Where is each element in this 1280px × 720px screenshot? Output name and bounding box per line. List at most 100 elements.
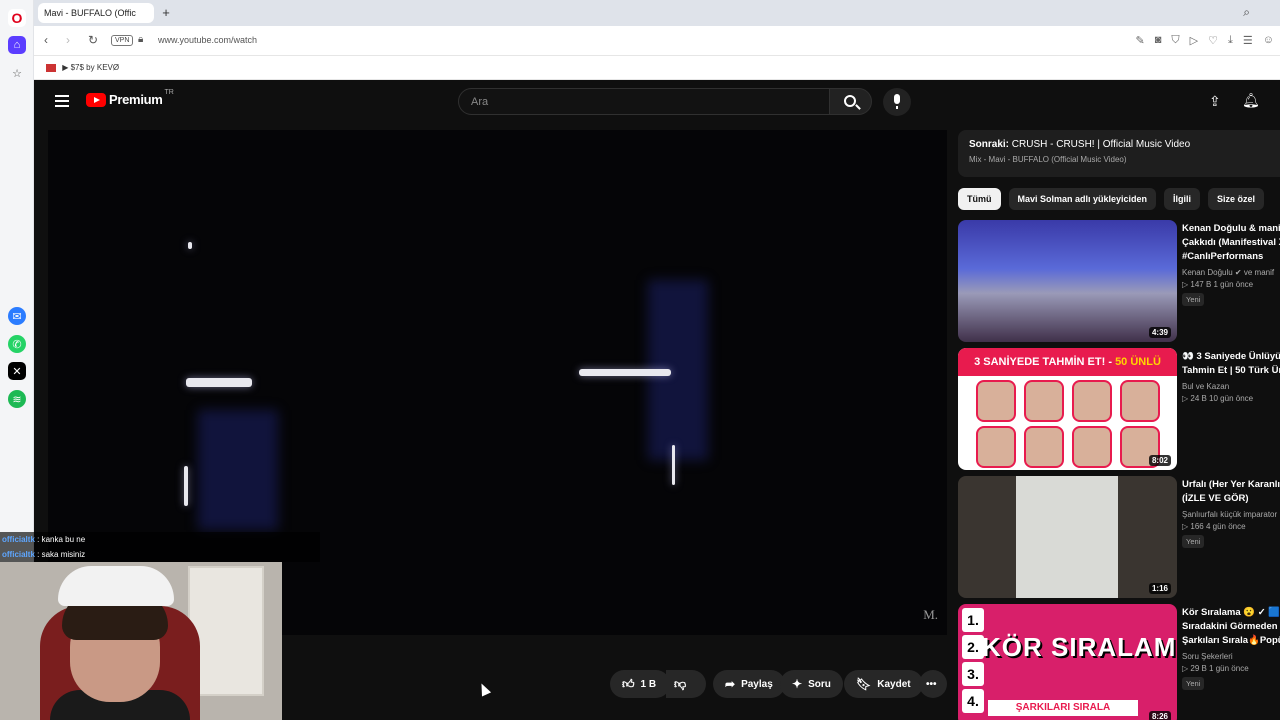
channel-name[interactable]: Kenan Doğulu ✔ ve manif (1182, 268, 1280, 277)
bookmark-item[interactable]: ▶ $7$ by KEVØ (62, 63, 119, 72)
menu-icon[interactable] (55, 95, 69, 107)
browser-tools: ✎ ◙ ⛉ ▷ ♡ ⤓ ☰ ☺ (1136, 34, 1274, 47)
logo-text: Premium (109, 92, 163, 107)
save-label: Kaydet (877, 678, 911, 690)
video-duration: 1:16 (1148, 583, 1171, 594)
notifications-bell-icon[interactable]: 🔔︎ (1242, 92, 1260, 109)
video-thumbnail[interactable]: 3 SANİYEDE TAHMİN ET! - 50 ÜNLÜ 8:02 (958, 348, 1177, 470)
rank-number: 4. (962, 689, 984, 713)
vpn-badge[interactable]: VPN (111, 35, 134, 46)
video-watermark: M. (923, 607, 938, 622)
chip-for-you[interactable]: Size özel (1208, 188, 1265, 210)
new-tab-button[interactable]: + (158, 5, 174, 21)
back-icon[interactable]: ‹ (44, 33, 48, 47)
star-icon[interactable]: ☆ (8, 64, 26, 82)
dislike-button[interactable]: 👎︎ (666, 670, 706, 698)
share-label: Paylaş (741, 678, 773, 690)
video-title[interactable]: (İZLE VE GÖR) (1182, 492, 1280, 506)
youtube-logo[interactable]: Premium TR (86, 89, 174, 107)
light-dot (188, 242, 192, 249)
video-duration: 8:26 (1148, 711, 1171, 720)
chat-user: officialtk (2, 550, 35, 559)
forward-icon[interactable]: › (66, 33, 70, 47)
recommended-video[interactable]: 3 SANİYEDE TAHMİN ET! - 50 ÜNLÜ 8:02 👀 3… (958, 348, 1280, 470)
heart-icon[interactable]: ♡ (1208, 34, 1218, 47)
edit-icon[interactable]: ✎ (1136, 34, 1145, 47)
video-title[interactable]: #CanlıPerformans (1182, 250, 1280, 264)
home-icon[interactable]: ⌂ (8, 36, 26, 54)
celebrity-face (976, 380, 1016, 422)
x-icon[interactable]: ✕ (8, 362, 26, 380)
upload-icon[interactable]: ⇪ (1209, 93, 1223, 109)
thumbs-up-icon: 👍︎ (622, 676, 635, 691)
video-title[interactable]: Şarkıları Sırala🔥Popül (1182, 634, 1280, 648)
more-actions-button[interactable]: ••• (919, 670, 947, 698)
thumbs-down-icon: 👎︎ (674, 676, 687, 691)
bookmarks-bar: ▶ $7$ by KEVØ (34, 56, 1280, 80)
video-title[interactable]: Kenan Doğulu & manife (1182, 222, 1280, 236)
video-meta: 👀 3 Saniyede Ünlüyü Tahmin Et | 50 Türk … (1182, 350, 1280, 403)
messenger-icon[interactable]: ✉ (8, 307, 26, 325)
up-next-panel[interactable]: Sonraki: CRUSH - CRUSH! | Official Music… (958, 130, 1280, 177)
reload-icon[interactable]: ↻ (88, 33, 98, 47)
video-meta: Kenan Doğulu & manife Çakkıdı (Manifesti… (1182, 222, 1280, 307)
secondary-column: Sonraki: CRUSH - CRUSH! | Official Music… (958, 130, 1280, 720)
menu-lines-icon[interactable]: ☰ (1243, 34, 1253, 47)
video-title[interactable]: Çakkıdı (Manifestival X (1182, 236, 1280, 250)
country-code: TR (164, 89, 174, 96)
search-input[interactable] (459, 89, 829, 114)
channel-name[interactable]: Soru Şekerleri (1182, 652, 1280, 661)
url-field[interactable]: www.youtube.com/watch (158, 35, 257, 45)
like-button[interactable]: 👍︎ 1 B (610, 670, 670, 698)
whatsapp-icon[interactable]: ✆ (8, 335, 26, 353)
share-button[interactable]: ➦ Paylaş (713, 670, 785, 698)
thumbnail-text: KÖR SIRALAMA (982, 632, 1177, 662)
search-icon (844, 95, 856, 107)
tab-bar: Mavi - BUFFALO (Offic + ⌕ (34, 0, 1280, 26)
tab-title: Mavi - BUFFALO (Offic (44, 8, 136, 18)
video-title[interactable]: Tahmin Et | 50 Türk Ün (1182, 364, 1280, 378)
light-glow (198, 410, 278, 530)
camera-icon[interactable]: ◙ (1155, 34, 1162, 47)
chip-all[interactable]: Tümü (958, 188, 1001, 210)
save-button[interactable]: 🔖︎ Kaydet (844, 670, 923, 698)
video-thumbnail[interactable]: 1. 2. 3. 4. KÖR SIRALAMA ŞARKILARI SIRAL… (958, 604, 1177, 720)
rank-number: 3. (962, 662, 984, 686)
video-title[interactable]: Sıradakini Görmeden (1182, 620, 1280, 634)
light-bar (579, 369, 671, 376)
celebrity-face (1024, 426, 1064, 468)
search-button[interactable] (829, 88, 872, 115)
ask-button[interactable]: ✦ Soru (780, 670, 843, 698)
video-stats: ▷ 24 B 10 gün önce (1182, 394, 1254, 403)
share-icon: ➦ (725, 677, 736, 691)
celebrity-face (1072, 426, 1112, 468)
channel-name[interactable]: Bul ve Kazan (1182, 382, 1280, 391)
download-icon[interactable]: ⤓ (1228, 34, 1233, 47)
opera-logo-icon[interactable]: O (8, 9, 26, 27)
video-thumbnail[interactable]: 1:16 (958, 476, 1177, 598)
video-title[interactable]: Kör Sıralama 😮 ✓ 🟦 (1182, 606, 1280, 620)
celebrity-face (1120, 380, 1160, 422)
chip-from-uploader[interactable]: Mavi Solman adlı yükleyiciden (1008, 188, 1157, 210)
browser-tab[interactable]: Mavi - BUFFALO (Offic (38, 3, 154, 23)
search-tabs-icon[interactable]: ⌕ (1243, 5, 1250, 20)
recommended-video[interactable]: 1:16 Urfalı (Her Yer Karanlı (İZLE VE GÖ… (958, 476, 1280, 598)
voice-search-button[interactable] (883, 88, 911, 116)
filter-chips: Tümü Mavi Solman adlı yükleyiciden İlgil… (958, 188, 1280, 210)
video-title[interactable]: 👀 3 Saniyede Ünlüyü (1182, 350, 1280, 364)
recommended-video[interactable]: 1. 2. 3. 4. KÖR SIRALAMA ŞARKILARI SIRAL… (958, 604, 1280, 720)
channel-name[interactable]: Şanlıurfalı küçük imparator (1182, 510, 1280, 519)
stream-chat-overlay: officialtk : kanka bu ne officialtk : sa… (0, 532, 320, 562)
profile-icon[interactable]: ☺ (1263, 34, 1274, 47)
rank-number: 1. (962, 608, 984, 632)
shield-icon[interactable]: ⛉ (1171, 34, 1179, 47)
video-title[interactable]: Urfalı (Her Yer Karanlı (1182, 478, 1280, 492)
up-next-subtitle: Mix - Mavi - BUFFALO (Official Music Vid… (969, 155, 1127, 164)
thumbnail-headline: 3 SANİYEDE TAHMİN ET! - 50 ÜNLÜ (958, 348, 1177, 376)
chip-related[interactable]: İlgili (1164, 188, 1201, 210)
video-thumbnail[interactable]: 4:39 (958, 220, 1177, 342)
play-icon[interactable]: ▷ (1190, 34, 1198, 47)
spotify-icon[interactable]: ≋ (8, 390, 26, 408)
celebrity-face (1072, 380, 1112, 422)
recommended-video[interactable]: 4:39 Kenan Doğulu & manife Çakkıdı (Mani… (958, 220, 1280, 342)
